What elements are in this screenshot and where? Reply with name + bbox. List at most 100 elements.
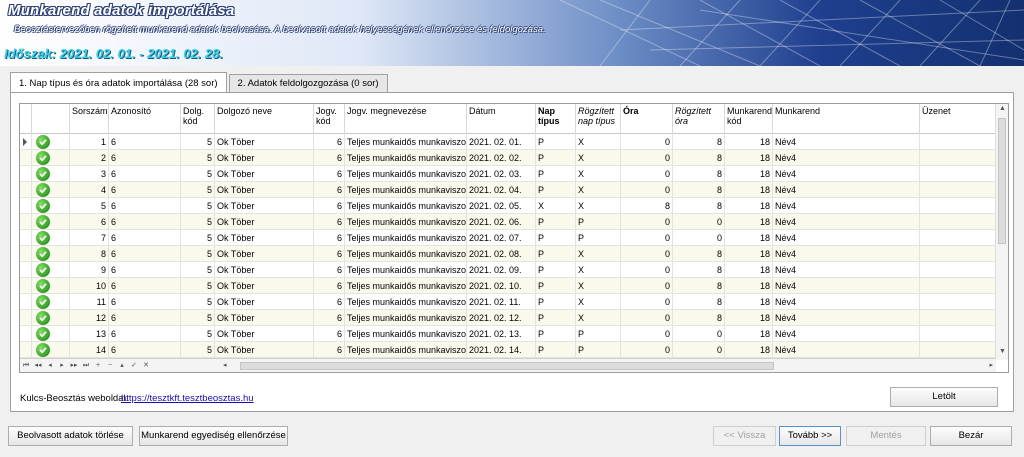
cell-rogz-nap[interactable]: X (576, 134, 621, 150)
cell-nap-tipus[interactable]: P (536, 166, 576, 182)
cell-datum[interactable]: 2021. 02. 03. (467, 166, 536, 182)
cell-mrend-kod[interactable]: 18 (725, 150, 773, 166)
cell-mrend[interactable]: Név4 (773, 326, 920, 342)
cell-ora[interactable]: 0 (621, 294, 673, 310)
cell-ora[interactable]: 0 (621, 310, 673, 326)
cell-azonosito[interactable]: 6 (109, 198, 181, 214)
cell-mrend[interactable]: Név4 (773, 262, 920, 278)
column-header[interactable]: Dolg. kód (181, 104, 215, 134)
cell-mrend-kod[interactable]: 18 (725, 166, 773, 182)
cell-jogv-megnev[interactable]: Teljes munkaidős munkaviszon (345, 150, 467, 166)
cell-rogz-ora[interactable]: 8 (673, 310, 725, 326)
cell-rogz-ora[interactable]: 8 (673, 262, 725, 278)
delete-icon[interactable]: − (104, 360, 116, 372)
cell-uzenet[interactable] (920, 134, 996, 150)
cell-sorszam[interactable]: 5 (70, 198, 109, 214)
cell-rogz-nap[interactable]: X (576, 294, 621, 310)
table-row[interactable]: 14 6 5 Ok Töber 6 Teljes munkaidős munkaviszo… (20, 342, 996, 358)
column-header[interactable]: Sorszám (70, 104, 109, 134)
cell-mrend[interactable]: Név4 (773, 342, 920, 358)
column-header[interactable]: Óra (621, 104, 673, 134)
cell-rogz-ora[interactable]: 8 (673, 198, 725, 214)
cell-jogv-megnev[interactable]: Teljes munkaidős munkaviszon (345, 278, 467, 294)
cell-nap-tipus[interactable]: P (536, 246, 576, 262)
cell-nap-tipus[interactable]: P (536, 214, 576, 230)
cell-sorszam[interactable]: 10 (70, 278, 109, 294)
table-row[interactable]: 8 6 5 Ok Töber 6 Teljes munkaidős munkaviszon… (20, 246, 996, 262)
cell-jogv-megnev[interactable]: Teljes munkaidős munkaviszon (345, 134, 467, 150)
cell-nap-tipus[interactable]: P (536, 150, 576, 166)
cell-jogv-megnev[interactable]: Teljes munkaidős munkaviszon (345, 246, 467, 262)
cell-uzenet[interactable] (920, 166, 996, 182)
cell-mrend-kod[interactable]: 18 (725, 294, 773, 310)
edit-icon[interactable]: ▴ (116, 360, 128, 372)
cell-rogz-nap[interactable]: X (576, 310, 621, 326)
table-row[interactable]: 5 6 5 Ok Töber 6 Teljes munkaidős munkaviszon… (20, 198, 996, 214)
cell-dolg-kod[interactable]: 5 (181, 166, 215, 182)
cell-uzenet[interactable] (920, 342, 996, 358)
cell-ora[interactable]: 0 (621, 342, 673, 358)
cell-jogv-kod[interactable]: 6 (314, 310, 345, 326)
cell-dolg-kod[interactable]: 5 (181, 230, 215, 246)
cell-rogz-nap[interactable]: P (576, 230, 621, 246)
cell-uzenet[interactable] (920, 310, 996, 326)
cell-sorszam[interactable]: 6 (70, 214, 109, 230)
cell-ora[interactable]: 0 (621, 246, 673, 262)
cell-sorszam[interactable]: 2 (70, 150, 109, 166)
column-header[interactable]: Rögzített óra (673, 104, 725, 134)
cell-rogz-nap[interactable]: X (576, 166, 621, 182)
cell-mrend[interactable]: Név4 (773, 214, 920, 230)
cell-mrend-kod[interactable]: 18 (725, 182, 773, 198)
cell-jogv-megnev[interactable]: Teljes munkaidős munkaviszon (345, 342, 467, 358)
cell-dolg-kod[interactable]: 5 (181, 246, 215, 262)
cell-jogv-megnev[interactable]: Teljes munkaidős munkaviszon (345, 230, 467, 246)
cell-ora[interactable]: 0 (621, 166, 673, 182)
cell-nap-tipus[interactable]: P (536, 342, 576, 358)
cell-azonosito[interactable]: 6 (109, 134, 181, 150)
cell-jogv-kod[interactable]: 6 (314, 214, 345, 230)
last-page-icon[interactable]: ⏭ (80, 360, 92, 372)
cell-datum[interactable]: 2021. 02. 02. (467, 150, 536, 166)
cell-ora[interactable]: 0 (621, 262, 673, 278)
table-row[interactable]: 9 6 5 Ok Töber 6 Teljes munkaidős munkaviszon… (20, 262, 996, 278)
table-row[interactable]: 11 6 5 Ok Töber 6 Teljes munkaidős munkaviszo… (20, 294, 996, 310)
cell-nev[interactable]: Ok Töber (215, 342, 314, 358)
website-link[interactable]: https://tesztkft.tesztbeosztas.hu (121, 393, 254, 404)
cell-jogv-kod[interactable]: 6 (314, 134, 345, 150)
cell-sorszam[interactable]: 14 (70, 342, 109, 358)
cell-ora[interactable]: 0 (621, 230, 673, 246)
column-header[interactable]: Rögzített nap típus (576, 104, 621, 134)
cell-nev[interactable]: Ok Töber (215, 182, 314, 198)
cell-ora[interactable]: 0 (621, 326, 673, 342)
cell-ora[interactable]: 0 (621, 214, 673, 230)
cell-azonosito[interactable]: 6 (109, 182, 181, 198)
cell-rogz-ora[interactable]: 0 (673, 230, 725, 246)
cell-rogz-nap[interactable]: X (576, 198, 621, 214)
cell-azonosito[interactable]: 6 (109, 166, 181, 182)
table-row[interactable]: 3 6 5 Ok Töber 6 Teljes munkaidős munkaviszon… (20, 166, 996, 182)
cell-rogz-nap[interactable]: P (576, 342, 621, 358)
cell-jogv-megnev[interactable]: Teljes munkaidős munkaviszon (345, 294, 467, 310)
cell-nev[interactable]: Ok Töber (215, 262, 314, 278)
next-button[interactable]: Tovább >> (779, 426, 841, 446)
column-header[interactable]: Azonosító (109, 104, 181, 134)
close-button[interactable]: Bezár (930, 426, 1012, 446)
cell-jogv-kod[interactable]: 6 (314, 198, 345, 214)
cell-dolg-kod[interactable]: 5 (181, 198, 215, 214)
next-record-icon[interactable]: ▸ (56, 360, 68, 372)
cell-azonosito[interactable]: 6 (109, 326, 181, 342)
cell-jogv-megnev[interactable]: Teljes munkaidős munkaviszon (345, 214, 467, 230)
cell-datum[interactable]: 2021. 02. 07. (467, 230, 536, 246)
cell-mrend[interactable]: Név4 (773, 198, 920, 214)
cell-dolg-kod[interactable]: 5 (181, 326, 215, 342)
horizontal-scrollbar[interactable]: ◂ ▸ (220, 361, 996, 371)
tab-process[interactable]: 2. Adatok feldolgozgozása (0 sor) (228, 74, 388, 92)
cell-nev[interactable]: Ok Töber (215, 246, 314, 262)
cell-mrend[interactable]: Név4 (773, 166, 920, 182)
table-row[interactable]: 1 6 5 Ok Töber 6 Teljes munkaidős munkaviszon… (20, 134, 996, 150)
cell-rogz-nap[interactable]: X (576, 246, 621, 262)
cell-jogv-megnev[interactable]: Teljes munkaidős munkaviszon (345, 310, 467, 326)
cell-nev[interactable]: Ok Töber (215, 326, 314, 342)
cell-rogz-ora[interactable]: 8 (673, 134, 725, 150)
cell-dolg-kod[interactable]: 5 (181, 342, 215, 358)
